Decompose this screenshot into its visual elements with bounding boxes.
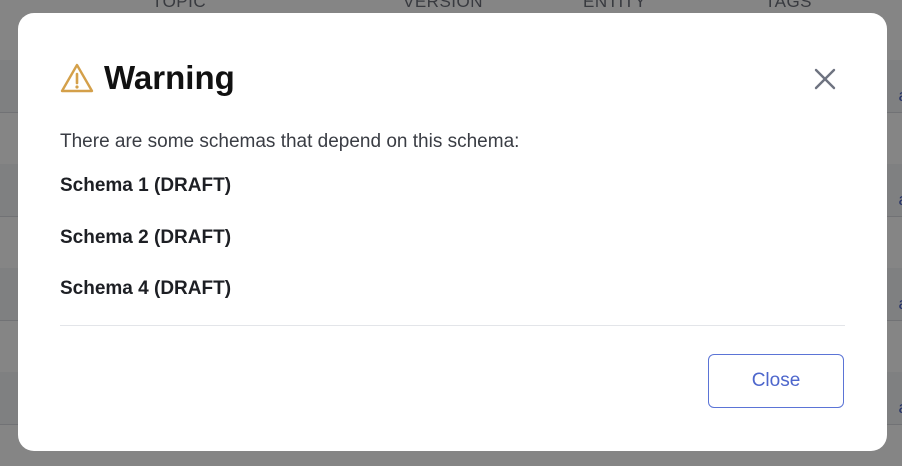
warning-dialog: Warning There are some schemas that depe… xyxy=(18,13,887,451)
dialog-header: Warning xyxy=(60,59,235,97)
list-item: Schema 2 (DRAFT) xyxy=(60,226,232,248)
list-item: Schema 1 (DRAFT) xyxy=(60,175,232,196)
footer-divider xyxy=(60,325,845,326)
dialog-title: Warning xyxy=(104,59,235,96)
close-icon[interactable] xyxy=(813,67,837,91)
warning-triangle-icon xyxy=(60,62,94,94)
list-item: Schema 4 (DRAFT) xyxy=(60,278,232,299)
dialog-message: There are some schemas that depend on th… xyxy=(60,131,520,152)
dependent-schema-list: Schema 1 (DRAFT) Schema 2 (DRAFT) Schema… xyxy=(60,175,231,330)
close-button[interactable]: Close xyxy=(708,354,844,408)
